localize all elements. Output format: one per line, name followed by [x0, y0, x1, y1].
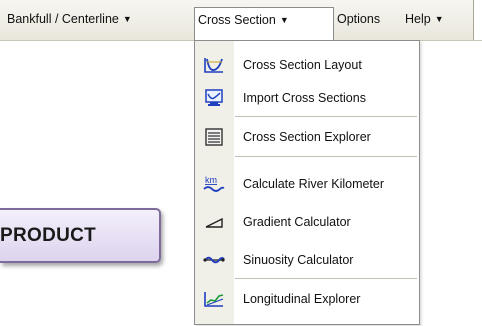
- menu-item-label: Gradient Calculator: [243, 215, 351, 229]
- dropdown-arrow-icon: ▼: [122, 14, 132, 24]
- longitudinal-explorer-icon: [203, 290, 225, 308]
- menu-item-longitudinal-explorer[interactable]: Longitudinal Explorer: [195, 287, 419, 311]
- menu-item-cross-section-explorer[interactable]: Cross Section Explorer: [195, 125, 419, 149]
- menu-cross-section[interactable]: Cross Section ▼: [194, 7, 334, 40]
- menu-item-label: Sinuosity Calculator: [243, 253, 354, 267]
- menu-item-label: Cross Section Layout: [243, 58, 362, 72]
- menu-item-label: Cross Section Explorer: [243, 130, 371, 144]
- menu-options[interactable]: Options: [337, 7, 380, 31]
- menu-bankfull-centerline[interactable]: Bankfull / Centerline ▼: [7, 7, 132, 31]
- cross-section-dropdown: Cross Section Layout Import Cross Sectio…: [194, 40, 420, 325]
- river-kilometer-icon: km: [203, 175, 225, 193]
- product-button-label: PRODUCT: [0, 225, 97, 246]
- menu-label: Bankfull / Centerline: [7, 12, 119, 26]
- menu-separator: [235, 116, 417, 117]
- dropdown-arrow-icon: ▼: [434, 14, 444, 24]
- menubar-edge: [473, 0, 482, 40]
- cross-section-explorer-icon: [203, 128, 225, 146]
- menu-bar: Bankfull / Centerline ▼ Cross Section ▼ Op…: [0, 0, 482, 41]
- menu-item-cross-section-layout[interactable]: Cross Section Layout: [195, 53, 419, 77]
- menu-separator: [235, 278, 417, 279]
- menu-item-gradient-calculator[interactable]: Gradient Calculator: [195, 210, 419, 234]
- menu-label: Help: [405, 12, 431, 26]
- menu-separator: [235, 156, 417, 157]
- menu-item-import-cross-sections[interactable]: Import Cross Sections: [195, 86, 419, 110]
- menu-item-label: Import Cross Sections: [243, 91, 366, 105]
- menu-item-calculate-river-kilometer[interactable]: km Calculate River Kilometer: [195, 172, 419, 196]
- menu-label: Options: [337, 12, 381, 26]
- gradient-calculator-icon: [203, 213, 225, 231]
- svg-text:km: km: [205, 175, 217, 185]
- cross-section-layout-icon: [203, 56, 225, 74]
- import-cross-sections-icon: [203, 89, 225, 107]
- product-button[interactable]: PRODUCT: [0, 208, 161, 263]
- sinuosity-calculator-icon: [203, 251, 225, 269]
- dropdown-arrow-icon: ▼: [279, 15, 289, 25]
- menu-label: Cross Section: [198, 13, 276, 27]
- menu-help[interactable]: Help ▼: [405, 7, 444, 31]
- menu-item-label: Longitudinal Explorer: [243, 292, 361, 306]
- menu-item-sinuosity-calculator[interactable]: Sinuosity Calculator: [195, 248, 419, 272]
- menu-item-label: Calculate River Kilometer: [243, 177, 385, 191]
